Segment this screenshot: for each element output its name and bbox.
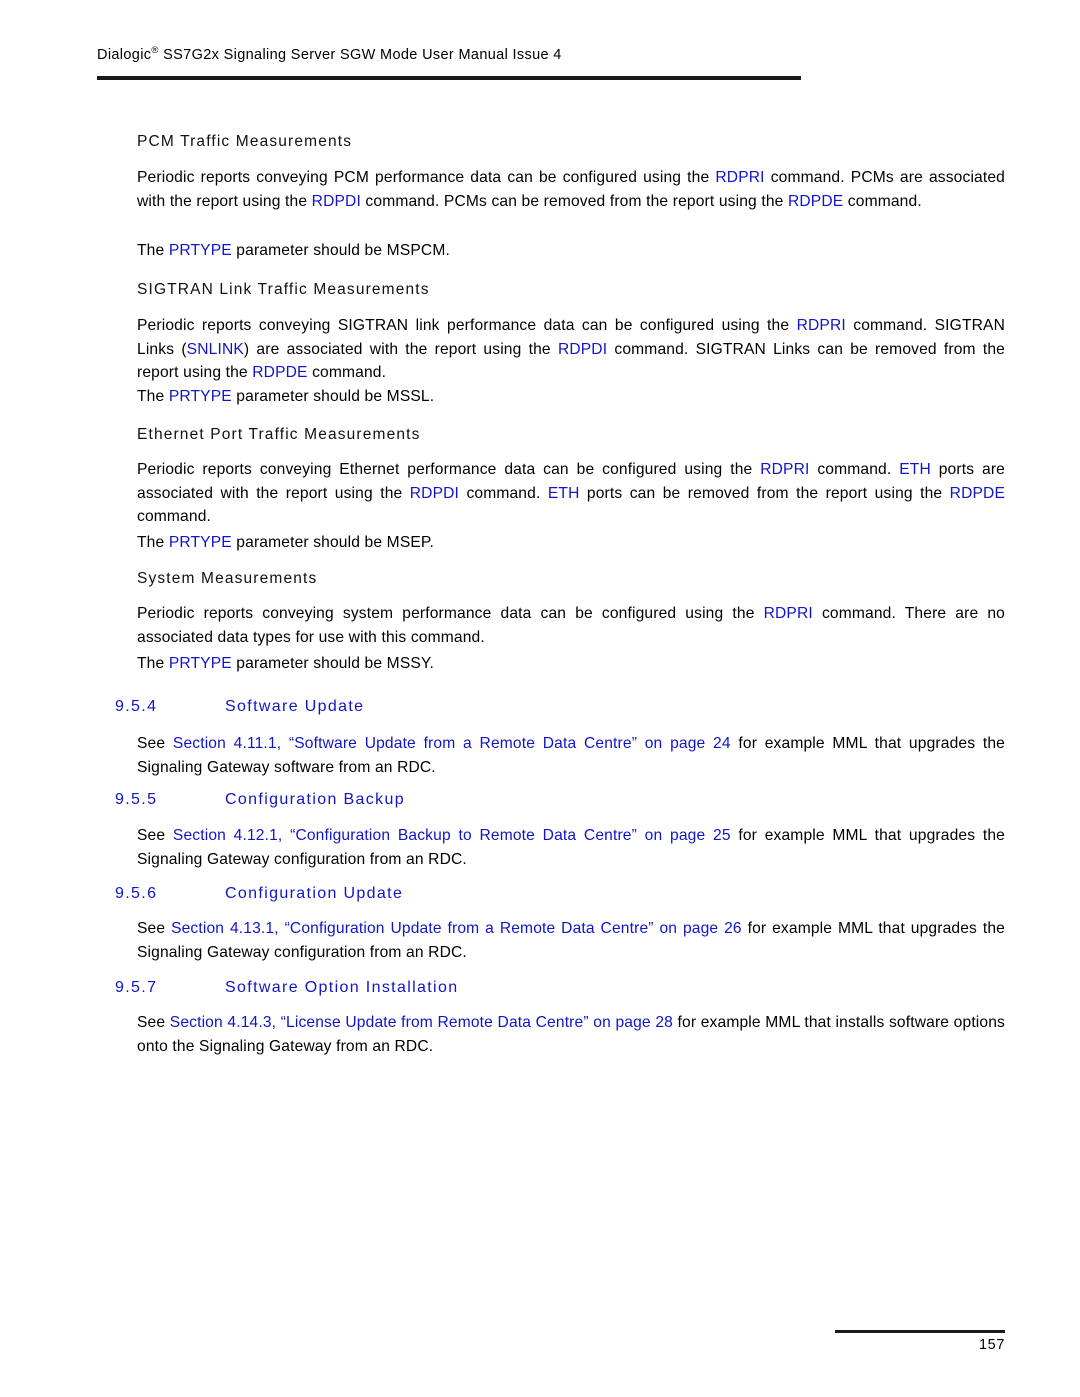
running-header: Dialogic® SS7G2x Signaling Server SGW Mo…	[97, 45, 1002, 64]
text-run: parameter should be MSPCM.	[231, 242, 450, 259]
command-eth[interactable]: ETH	[899, 461, 931, 478]
paragraph-sigtran-intro: Periodic reports conveying SIGTRAN link …	[137, 314, 1005, 385]
command-eth[interactable]: ETH	[548, 485, 580, 502]
section-heading-9-5-6[interactable]: 9.5.6 Configuration Update	[115, 885, 1005, 903]
text-run: See	[137, 920, 172, 937]
text-run: ) are associated with the report using t…	[243, 340, 558, 358]
text-run: The	[137, 388, 169, 405]
paragraph-sigtran-prtype: The PRTYPE parameter should be MSSL.	[137, 385, 1005, 409]
command-rdpdi[interactable]: RDPDI	[558, 341, 607, 358]
paragraph-9-5-5-body: See Section 4.12.1, “Configuration Backu…	[137, 824, 1005, 871]
text-run: command.	[137, 508, 211, 525]
text-run: Periodic reports conveying Ethernet perf…	[137, 461, 761, 478]
command-rdpdi[interactable]: RDPDI	[312, 193, 361, 210]
paragraph-9-5-4-body: See Section 4.11.1, “Software Update fro…	[137, 732, 1005, 779]
command-prtype[interactable]: PRTYPE	[169, 655, 232, 672]
section-number: 9.5.4	[115, 698, 158, 715]
text-run: parameter should be MSEP.	[231, 534, 434, 551]
document-page: Dialogic® SS7G2x Signaling Server SGW Mo…	[0, 0, 1080, 1397]
section-heading-9-5-5[interactable]: 9.5.5 Configuration Backup	[115, 791, 1005, 809]
command-prtype[interactable]: PRTYPE	[169, 242, 232, 259]
text-run: parameter should be MSSL.	[231, 388, 435, 405]
text-run: parameter should be MSSY.	[231, 655, 434, 672]
text-run: command. PCMs can be removed from the re…	[360, 192, 788, 210]
paragraph-ethernet-prtype: The PRTYPE parameter should be MSEP.	[137, 531, 1005, 555]
text-run: See	[137, 735, 173, 752]
text-run: command.	[843, 192, 922, 210]
cross-reference-link[interactable]: Section 4.12.1, “Configuration Backup to…	[173, 827, 731, 844]
paragraph-9-5-7-body: See Section 4.14.3, “License Update from…	[137, 1011, 1005, 1058]
section-title: Software Option Installation	[225, 979, 459, 996]
section-number: 9.5.7	[115, 979, 158, 996]
cross-reference-link[interactable]: Section 4.14.3, “License Update from Rem…	[170, 1014, 673, 1031]
text-run: command.	[809, 461, 900, 478]
paragraph-pcm-prtype: The PRTYPE parameter should be MSPCM.	[137, 239, 1005, 263]
running-header-subtitle: SS7G2x Signaling Server SGW Mode User Ma…	[158, 47, 562, 63]
command-snlink[interactable]: SNLINK	[187, 341, 244, 358]
paragraph-pcm-intro: Periodic reports conveying PCM performan…	[137, 166, 1005, 213]
text-run: The	[137, 655, 169, 672]
text-run: See	[137, 827, 173, 844]
section-title: Configuration Update	[225, 885, 404, 902]
text-run: Periodic reports conveying PCM performan…	[137, 169, 716, 186]
running-header-title: Dialogic® SS7G2x Signaling Server SGW Mo…	[97, 45, 1002, 64]
command-prtype[interactable]: PRTYPE	[169, 534, 232, 551]
text-run: Periodic reports conveying system perfor…	[137, 605, 764, 622]
text-run: The	[137, 534, 169, 551]
paragraph-9-5-6-body: See Section 4.13.1, “Configuration Updat…	[137, 917, 1005, 964]
command-rdpde[interactable]: RDPDE	[788, 193, 843, 210]
section-heading-9-5-4[interactable]: 9.5.4 Software Update	[115, 698, 1005, 716]
section-number: 9.5.6	[115, 885, 158, 902]
command-prtype[interactable]: PRTYPE	[169, 388, 232, 405]
text-run: The	[137, 242, 169, 259]
text-run: command.	[459, 484, 548, 502]
command-rdpde[interactable]: RDPDE	[252, 364, 307, 381]
text-run: command.	[307, 364, 387, 381]
registered-trademark-icon: ®	[151, 45, 159, 57]
section-title: Configuration Backup	[225, 791, 405, 808]
section-heading-9-5-7[interactable]: 9.5.7 Software Option Installation	[115, 979, 1005, 997]
cross-reference-link[interactable]: Section 4.11.1, “Software Update from a …	[173, 735, 731, 752]
paragraph-system-intro: Periodic reports conveying system perfor…	[137, 602, 1005, 649]
command-rdpri[interactable]: RDPRI	[760, 461, 809, 478]
command-rdpdi[interactable]: RDPDI	[410, 485, 459, 502]
text-run: Periodic reports conveying SIGTRAN link …	[137, 317, 797, 334]
subheading-pcm-traffic-measurements: PCM Traffic Measurements	[137, 133, 353, 150]
subheading-sigtran-link-traffic-measurements: SIGTRAN Link Traffic Measurements	[137, 281, 430, 298]
paragraph-system-prtype: The PRTYPE parameter should be MSSY.	[137, 652, 1005, 676]
footer-divider-rule	[835, 1330, 1005, 1333]
subheading-ethernet-port-traffic-measurements: Ethernet Port Traffic Measurements	[137, 426, 421, 443]
brand-name: Dialogic	[97, 47, 152, 63]
command-rdpde[interactable]: RDPDE	[950, 485, 1005, 502]
subheading-system-measurements: System Measurements	[137, 570, 318, 587]
section-number: 9.5.5	[115, 791, 158, 808]
text-run: ports can be removed from the report usi…	[579, 484, 950, 502]
header-divider-rule	[97, 76, 801, 80]
page-number: 157	[979, 1337, 1005, 1353]
command-rdpri[interactable]: RDPRI	[797, 317, 846, 334]
command-rdpri[interactable]: RDPRI	[764, 605, 813, 622]
command-rdpri[interactable]: RDPRI	[715, 169, 764, 186]
text-run: See	[137, 1014, 170, 1031]
section-title: Software Update	[225, 698, 365, 715]
cross-reference-link[interactable]: Section 4.13.1, “Configuration Update fr…	[171, 920, 742, 937]
paragraph-ethernet-intro: Periodic reports conveying Ethernet perf…	[137, 458, 1005, 529]
